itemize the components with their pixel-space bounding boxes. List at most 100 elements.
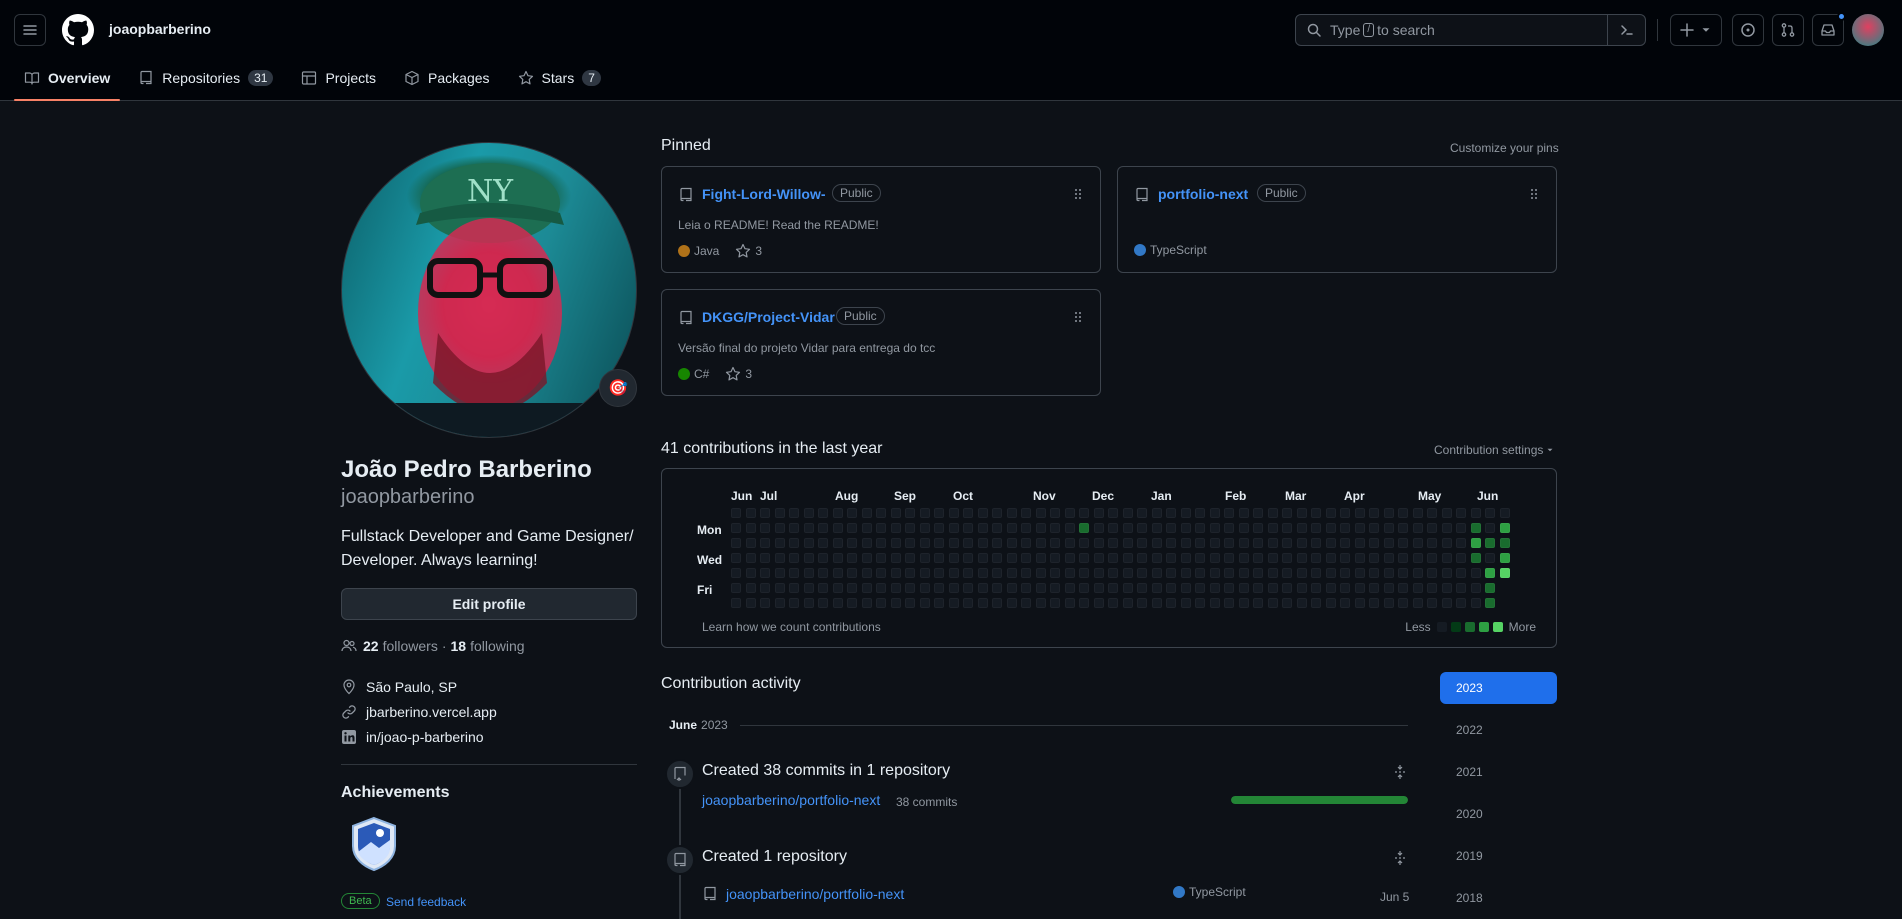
contribution-day-cell[interactable]: [1166, 583, 1176, 593]
contribution-day-cell[interactable]: [745, 553, 756, 563]
contribution-day-cell[interactable]: [1383, 538, 1394, 548]
contribution-day-cell[interactable]: [789, 553, 799, 563]
contribution-day-cell[interactable]: [919, 568, 930, 578]
contribution-day-cell[interactable]: [731, 553, 741, 563]
contribution-day-cell[interactable]: [905, 523, 915, 533]
contribution-day-cell[interactable]: [1180, 523, 1191, 533]
contribution-day-cell[interactable]: [1093, 538, 1104, 548]
contribution-day-cell[interactable]: [731, 583, 741, 593]
contribution-day-cell[interactable]: [1021, 568, 1031, 578]
contribution-day-cell[interactable]: [1340, 508, 1350, 518]
contribution-day-cell[interactable]: [1195, 568, 1205, 578]
pull-requests-button[interactable]: [1772, 14, 1804, 46]
contribution-day-cell[interactable]: [1108, 538, 1118, 548]
contribution-day-cell[interactable]: [963, 598, 973, 608]
contribution-day-cell[interactable]: [1122, 538, 1133, 548]
tab-repositories[interactable]: Repositories 31: [128, 62, 283, 94]
contribution-day-cell[interactable]: [1267, 508, 1278, 518]
contribution-day-cell[interactable]: [1267, 553, 1278, 563]
contribution-day-cell[interactable]: [731, 598, 741, 608]
contribution-day-cell[interactable]: [731, 568, 741, 578]
contribution-day-cell[interactable]: [963, 523, 973, 533]
contribution-day-cell[interactable]: [1427, 598, 1437, 608]
contribution-day-cell[interactable]: [948, 553, 959, 563]
contribution-day-cell[interactable]: [963, 538, 973, 548]
contribution-day-cell[interactable]: [890, 538, 901, 548]
contribution-day-cell[interactable]: [1224, 508, 1234, 518]
create-new-button[interactable]: [1670, 14, 1722, 46]
contribution-day-cell[interactable]: [1340, 553, 1350, 563]
contribution-day-cell[interactable]: [745, 568, 756, 578]
contribution-day-cell[interactable]: [1456, 538, 1466, 548]
contribution-day-cell[interactable]: [847, 508, 857, 518]
contribution-day-cell[interactable]: [919, 583, 930, 593]
contribution-day-cell[interactable]: [1282, 508, 1292, 518]
contribution-day-cell[interactable]: [847, 523, 857, 533]
drag-handle-icon[interactable]: [1530, 188, 1538, 200]
contribution-day-cell[interactable]: [1224, 568, 1234, 578]
contribution-day-cell[interactable]: [876, 538, 886, 548]
contribution-day-cell[interactable]: [1369, 553, 1379, 563]
contribution-day-cell[interactable]: [1282, 523, 1292, 533]
contribution-day-cell[interactable]: [1224, 523, 1234, 533]
contribution-day-cell[interactable]: [905, 538, 915, 548]
contribution-day-cell[interactable]: [731, 523, 741, 533]
github-logo-icon[interactable]: [62, 14, 94, 46]
contribution-day-cell[interactable]: [745, 523, 756, 533]
contribution-day-cell[interactable]: [1412, 538, 1423, 548]
contribution-day-cell[interactable]: [803, 568, 814, 578]
contribution-day-cell[interactable]: [905, 583, 915, 593]
contribution-day-cell[interactable]: [1253, 538, 1263, 548]
contribution-day-cell[interactable]: [1093, 508, 1104, 518]
contribution-day-cell[interactable]: [1325, 583, 1336, 593]
contribution-day-cell[interactable]: [1383, 568, 1394, 578]
contribution-day-cell[interactable]: [1064, 508, 1075, 518]
contribution-day-cell[interactable]: [963, 508, 973, 518]
contribution-day-cell[interactable]: [774, 538, 785, 548]
contribution-day-cell[interactable]: [1296, 583, 1307, 593]
contribution-day-cell[interactable]: [1079, 538, 1089, 548]
contribution-day-cell[interactable]: [1412, 598, 1423, 608]
contribution-day-cell[interactable]: [1209, 523, 1220, 533]
tab-projects[interactable]: Projects: [291, 62, 386, 94]
contribution-day-cell[interactable]: [774, 523, 785, 533]
contribution-day-cell[interactable]: [1122, 508, 1133, 518]
contribution-day-cell[interactable]: [1296, 523, 1307, 533]
contribution-day-cell[interactable]: [1137, 568, 1147, 578]
contribution-day-cell[interactable]: [1499, 568, 1510, 578]
contribution-day-cell[interactable]: [1209, 583, 1220, 593]
contribution-day-cell[interactable]: [832, 538, 843, 548]
contribution-day-cell[interactable]: [861, 553, 872, 563]
contribution-day-cell[interactable]: [1035, 598, 1046, 608]
contribution-day-cell[interactable]: [1093, 568, 1104, 578]
edit-profile-button[interactable]: Edit profile: [341, 588, 637, 620]
contribution-day-cell[interactable]: [1079, 508, 1089, 518]
contribution-day-cell[interactable]: [992, 568, 1002, 578]
contribution-day-cell[interactable]: [1108, 553, 1118, 563]
contribution-day-cell[interactable]: [1180, 538, 1191, 548]
contribution-day-cell[interactable]: [963, 568, 973, 578]
menu-button[interactable]: [14, 14, 46, 46]
learn-contributions-link[interactable]: Learn how we count contributions: [702, 620, 881, 634]
contribution-day-cell[interactable]: [1470, 598, 1481, 608]
contribution-day-cell[interactable]: [1079, 598, 1089, 608]
contribution-day-cell[interactable]: [1238, 598, 1249, 608]
contribution-day-cell[interactable]: [890, 598, 901, 608]
contribution-day-cell[interactable]: [948, 568, 959, 578]
contribution-day-cell[interactable]: [1151, 598, 1162, 608]
contribution-day-cell[interactable]: [1325, 508, 1336, 518]
contribution-day-cell[interactable]: [1354, 538, 1365, 548]
contribution-day-cell[interactable]: [1224, 583, 1234, 593]
contribution-day-cell[interactable]: [832, 523, 843, 533]
contribution-day-cell[interactable]: [1108, 508, 1118, 518]
contribution-day-cell[interactable]: [1267, 568, 1278, 578]
header-username[interactable]: joaopbarberino: [109, 21, 211, 37]
contribution-day-cell[interactable]: [1427, 523, 1437, 533]
contribution-day-cell[interactable]: [1398, 553, 1408, 563]
pinned-repo-name[interactable]: Fight-Lord-Willow-: [702, 186, 826, 202]
contribution-day-cell[interactable]: [1354, 583, 1365, 593]
contribution-day-cell[interactable]: [1383, 553, 1394, 563]
contribution-day-cell[interactable]: [1470, 583, 1481, 593]
contribution-day-cell[interactable]: [1253, 523, 1263, 533]
contribution-day-cell[interactable]: [1325, 553, 1336, 563]
